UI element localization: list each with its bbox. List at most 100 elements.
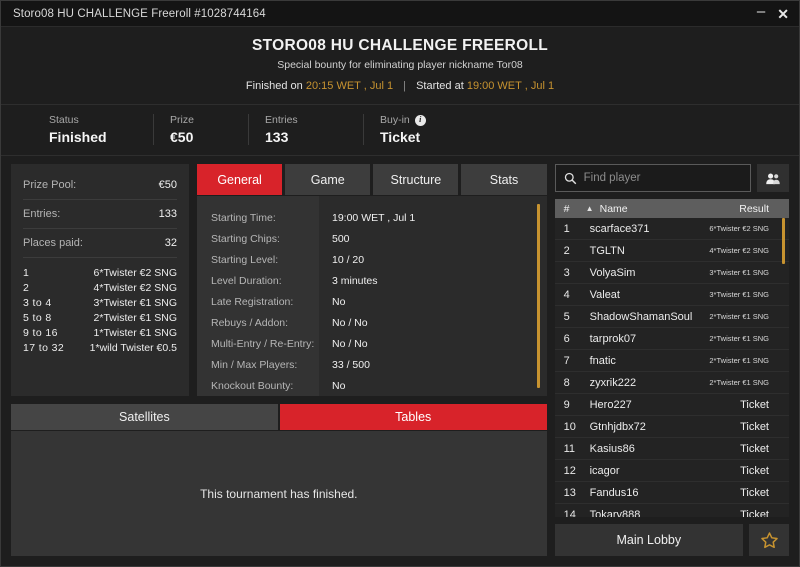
table-row[interactable]: 14 Tokary888 Ticket [555,504,789,518]
player-rank: 8 [563,376,570,389]
tab-structure[interactable]: Structure [373,164,459,195]
detail-value: 500 [332,233,350,245]
search-box[interactable] [554,164,751,192]
player-result: 2*Twister €1 SNG [709,312,769,321]
details-scrollbar[interactable] [536,204,540,388]
table-row[interactable]: 12 icagor Ticket [554,460,789,482]
prize-pool-panel: Prize Pool: €50 Entries: 133 Places paid… [11,164,189,396]
payout-place: 17 to 32 [23,341,65,354]
tournament-subtitle: Special bounty for eliminating player ni… [277,59,523,71]
stat-entries-label: Entries [265,114,298,126]
players-scrollbar[interactable] [782,218,785,517]
places-paid-row: Places paid: 32 [23,232,177,258]
stat-prize-value: €50 [170,129,194,145]
title-bar: Storo08 HU CHALLENGE Freeroll #102874416… [1,1,799,27]
details-scrollbar-thumb[interactable] [536,204,540,388]
player-rank: 14 [563,508,576,518]
player-name: VolyaSim [589,266,636,279]
stat-status-label: Status [49,114,79,126]
player-result: Ticket [740,508,769,518]
minimize-icon[interactable]: – [757,4,765,19]
tables-empty-message: This tournament has finished. [200,486,358,501]
stat-buyin-label-text: Buy-in [380,114,410,126]
tab-stats[interactable]: Stats [461,164,547,195]
payout-prize: 2*Twister €1 SNG [93,311,177,324]
players-table: # ▲ Name Result 1 scarface371 6*Twister … [554,199,789,518]
player-name: icagor [589,464,620,477]
player-result: 6*Twister €2 SNG [709,224,769,233]
table-row[interactable]: 2 TGLTN 4*Twister €2 SNG [554,240,789,262]
detail-key: Starting Chips: [211,233,280,245]
subtab-tables[interactable]: Tables [279,404,547,430]
player-rank: 13 [563,486,576,499]
list-item: 5 to 8 2*Twister €1 SNG [23,310,177,325]
table-row[interactable]: 13 Fandus16 Ticket [554,482,789,504]
tab-game[interactable]: Game [285,164,371,195]
places-paid-value: 32 [164,237,177,249]
table-row[interactable]: 6 tarprok07 2*Twister €1 SNG [554,328,789,350]
payout-place: 2 [23,281,30,294]
close-icon[interactable]: ✕ [777,7,789,21]
list-item: 2 4*Twister €2 SNG [23,280,177,295]
table-row[interactable]: 9 Hero227 Ticket [554,394,789,416]
details-section: General Game Structure Stats Starting Ti… [197,164,547,396]
player-name: scarface371 [589,222,650,235]
table-row[interactable]: 4 Valeat 3*Twister €1 SNG [554,284,789,306]
player-result: 3*Twister €1 SNG [709,290,769,299]
player-result: 2*Twister €1 SNG [709,378,769,387]
table-row[interactable]: 10 Gtnhjdbx72 Ticket [554,416,789,438]
player-name: zyxrik222 [589,376,637,389]
table-row[interactable]: 11 Kasius86 Ticket [554,438,789,460]
column-header-result[interactable]: Result [739,203,781,215]
payout-place: 3 to 4 [23,296,52,309]
started-label: Started at [416,80,464,92]
stat-buyin: Buy-in i Ticket [363,114,473,145]
detail-key: Min / Max Players: [211,359,298,371]
stat-buyin-value: Ticket [380,129,421,145]
column-header-num[interactable]: # [564,203,586,215]
list-item: 3 to 4 3*Twister €1 SNG [23,295,177,310]
sort-caret-up-icon[interactable]: ▲ [586,204,600,213]
details-value-column: 19:00 WET , Jul 1 500 10 / 20 3 minutes … [319,196,547,396]
detail-value: 3 minutes [332,275,378,287]
search-input[interactable] [583,172,742,184]
player-name: ShadowShamanSoul [589,310,693,323]
detail-key: Rebuys / Addon: [211,317,289,329]
player-name: Hero227 [589,398,632,411]
table-row[interactable]: 1 scarface371 6*Twister €2 SNG [554,218,789,240]
players-filter-button[interactable] [757,164,789,192]
stat-status-value: Finished [49,129,107,145]
player-result: 3*Twister €1 SNG [709,268,769,277]
players-list[interactable]: 1 scarface371 6*Twister €2 SNG 2 TGLTN 4… [554,218,789,518]
player-rank: 7 [563,354,570,367]
detail-value: No / No [332,317,368,329]
player-rank: 3 [563,266,570,279]
player-result: Ticket [740,398,769,411]
players-scrollbar-thumb[interactable] [782,218,785,264]
table-row[interactable]: 8 zyxrik222 2*Twister €1 SNG [554,372,789,394]
detail-value: No [332,296,346,308]
favourite-button[interactable] [749,524,789,556]
right-column: # ▲ Name Result 1 scarface371 6*Twister … [554,164,789,556]
tournament-lobby-window: Storo08 HU CHALLENGE Freeroll #102874416… [0,0,800,567]
payout-place: 5 to 8 [23,311,52,324]
table-row[interactable]: 3 VolyaSim 3*Twister €1 SNG [554,262,789,284]
list-item: 9 to 16 1*Twister €1 SNG [23,325,177,340]
right-bottom-row: Main Lobby [554,524,789,556]
entries-label: Entries: [23,208,61,220]
info-icon[interactable]: i [414,114,426,126]
player-result: 4*Twister €2 SNG [709,246,769,255]
tab-general[interactable]: General [197,164,283,195]
stat-status: Status Finished [33,114,153,145]
column-header-name[interactable]: Name [600,203,740,215]
table-row[interactable]: 5 ShadowShamanSoul 2*Twister €1 SNG [554,306,789,328]
prize-pool-row: Prize Pool: €50 [23,174,177,200]
payout-prize: 4*Twister €2 SNG [93,281,177,294]
tournament-times: Finished on 20:15 WET , Jul 1 | Started … [1,80,799,92]
subtab-satellites[interactable]: Satellites [11,404,278,430]
table-row[interactable]: 7 fnatic 2*Twister €1 SNG [554,350,789,372]
details-panel: Starting Time: Starting Chips: Starting … [197,195,547,396]
main-lobby-button[interactable]: Main Lobby [554,524,743,556]
payout-list: 1 6*Twister €2 SNG 2 4*Twister €2 SNG 3 … [23,265,177,355]
started-time: 19:00 WET , Jul 1 [466,80,555,92]
